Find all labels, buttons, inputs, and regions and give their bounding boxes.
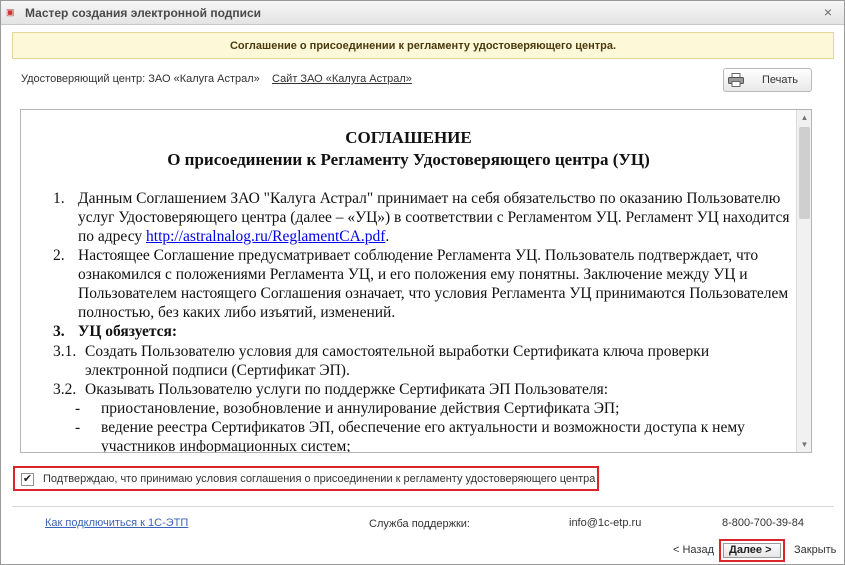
clause-number: 1.	[53, 190, 65, 207]
document-title: СОГЛАШЕНИЕ	[345, 128, 472, 147]
clause-text: УЦ обязуется:	[78, 323, 178, 340]
bullet-text: приостановление, возобновление и аннулир…	[101, 400, 620, 417]
reglament-link[interactable]: http://astralnalog.ru/ReglamentCA.pdf	[146, 228, 385, 245]
ca-site-link[interactable]: Сайт ЗАО «Калуга Астрал»	[272, 73, 412, 85]
document-content: СОГЛАШЕНИЕ О присоединении к Регламенту …	[21, 110, 796, 452]
support-email: info@1c-etp.ru	[569, 517, 642, 529]
bullet-text: ведение реестра Сертификатов ЭП, обеспеч…	[101, 419, 745, 453]
title-bar: ▣ Мастер создания электронной подписи ×	[1, 1, 844, 25]
clause-text: Оказывать Пользователю услуги по поддерж…	[85, 381, 609, 398]
clause-number: 3.	[53, 323, 65, 340]
clause-number: 3.1.	[53, 343, 77, 360]
support-label: Служба поддержки:	[369, 518, 470, 530]
close-icon[interactable]: ×	[820, 4, 836, 20]
document-scrollbar[interactable]: ▲ ▼	[796, 110, 811, 452]
document-subtitle: О присоединении к Регламенту Удостоверяю…	[167, 150, 650, 169]
footer-divider	[12, 506, 834, 507]
clause-text: Данным Соглашением ЗАО "Калуга Астрал" п…	[78, 189, 793, 246]
window-title: Мастер создания электронной подписи	[25, 6, 262, 20]
print-button-label: Печать	[762, 74, 799, 86]
print-button[interactable]: Печать	[723, 68, 812, 92]
next-button-label: Далее >	[723, 543, 781, 558]
clause-number: 3.2.	[53, 381, 77, 398]
clause-text: Настоящее Соглашение предусматривает соб…	[78, 247, 789, 321]
scroll-thumb[interactable]	[799, 127, 810, 219]
close-button[interactable]: Закрыть	[794, 544, 836, 556]
back-button[interactable]: < Назад	[673, 544, 714, 556]
agreement-document: СОГЛАШЕНИЕ О присоединении к Регламенту …	[20, 109, 812, 453]
clause-number: 2.	[53, 247, 65, 264]
clause-text: Создать Пользователю условия для самосто…	[85, 343, 710, 379]
support-phone: 8-800-700-39-84	[722, 517, 804, 529]
wizard-window: ▣ Мастер создания электронной подписи × …	[0, 0, 845, 565]
printer-icon	[728, 73, 744, 87]
scroll-down-icon[interactable]: ▼	[797, 437, 811, 452]
confirm-label[interactable]: Подтверждаю, что принимаю условия соглаш…	[43, 473, 595, 485]
bullet-dash: -	[75, 400, 81, 417]
app-icon: ▣	[6, 7, 15, 17]
ca-label: Удостоверяющий центр: ЗАО «Калуга Астрал…	[21, 73, 260, 85]
next-button[interactable]: Далее >	[719, 539, 785, 562]
bullet-dash: -	[75, 419, 81, 436]
clause-1-end: .	[385, 228, 390, 245]
scroll-up-icon[interactable]: ▲	[797, 110, 811, 125]
agreement-banner: Соглашение о присоединении к регламенту …	[12, 32, 834, 59]
howto-link[interactable]: Как подключиться к 1С-ЭТП	[45, 517, 188, 529]
confirm-checkbox[interactable]: ✔	[21, 473, 34, 486]
confirm-agreement-row: ✔ Подтверждаю, что принимаю условия согл…	[13, 466, 599, 491]
